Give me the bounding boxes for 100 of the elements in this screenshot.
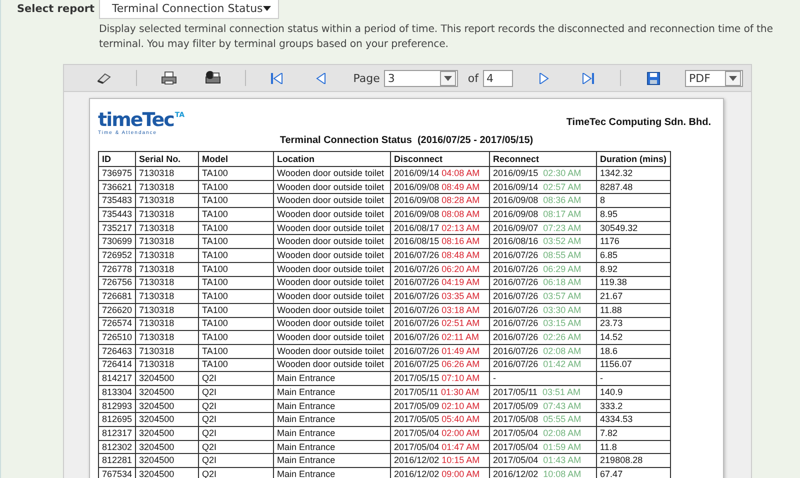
table-cell: 7130318 [136, 358, 199, 372]
table-cell: 735217 [98, 221, 136, 235]
reconnect-cell: 2016/07/26 02:08 AM [490, 344, 597, 358]
report-description: Display selected terminal connection status within a period of time. This report records the disconnected and reconnection time of the terminal. You may filter by terminal groups based on your preference. [99, 23, 774, 52]
table-cell: 7130318 [136, 221, 199, 235]
table-cell: Wooden door outside toilet [274, 180, 391, 194]
previous-page-icon [316, 72, 326, 84]
table-cell: 726681 [98, 290, 136, 304]
reconnect-cell: 2016/07/26 08:55 AM [490, 248, 597, 262]
table-cell: 812317 [98, 426, 136, 440]
reconnect-cell: 2016/07/26 06:18 AM [490, 276, 597, 290]
disconnect-cell: 2016/12/02 10:15 AM [390, 454, 490, 468]
table-cell: 7130318 [136, 166, 199, 180]
table-cell: 11.88 [596, 303, 670, 318]
print-settings-icon [204, 71, 221, 85]
disconnect-cell: 2016/07/26 01:49 AM [390, 344, 490, 358]
disconnect-cell: 2016/08/15 08:16 AM [390, 234, 490, 249]
table-cell: TA100 [198, 290, 274, 304]
column-header: Disconnect [390, 152, 490, 166]
disconnect-cell: 2016/07/26 02:11 AM [390, 330, 490, 344]
table-cell: Q2I [198, 412, 274, 427]
table-cell: TA100 [198, 234, 274, 249]
print-icon [160, 71, 177, 85]
table-cell: 7130318 [136, 248, 199, 262]
table-cell: Main Entrance [274, 372, 391, 386]
table-cell: TA100 [198, 276, 274, 290]
table-cell: Wooden door outside toilet [274, 290, 391, 304]
disconnect-cell: 2017/05/04 02:00 AM [390, 426, 490, 440]
table-cell: TA100 [198, 330, 274, 344]
format-select[interactable]: PDF [685, 70, 744, 86]
reconnect-cell: 2017/05/04 01:43 AM [490, 454, 597, 468]
disconnect-cell: 2016/08/17 02:13 AM [390, 221, 490, 235]
disconnect-cell: 2016/07/26 08:48 AM [390, 248, 490, 262]
table-cell: Q2I [198, 372, 274, 386]
page-select[interactable]: 3 [384, 70, 458, 86]
table-cell: 3204500 [136, 372, 199, 386]
table-cell: 7130318 [136, 208, 199, 222]
disconnect-cell: 2017/05/15 07:10 AM [390, 372, 490, 386]
table-cell: Wooden door outside toilet [274, 234, 391, 249]
table-cell: 812993 [98, 399, 136, 413]
table-cell: 726463 [98, 344, 136, 358]
table-cell: Wooden door outside toilet [274, 358, 391, 372]
table-cell: - [596, 372, 670, 386]
table-cell: 812695 [98, 412, 136, 427]
reconnect-cell: - [490, 372, 597, 386]
table-cell: 7130318 [136, 330, 199, 344]
reconnect-cell: 2016/07/26 01:42 AM [490, 358, 597, 372]
table-cell: TA100 [198, 358, 274, 372]
table-cell: 767534 [98, 468, 136, 478]
disconnect-cell: 2017/05/09 02:10 AM [390, 399, 490, 413]
table-cell: 1176 [596, 234, 670, 249]
table-cell: 119.38 [596, 276, 670, 290]
reconnect-cell: 2017/05/04 02:08 AM [490, 426, 597, 440]
report-title: Terminal Connection Status (2016/07/25 - 2017/05/15) [278, 135, 534, 147]
table-cell: 730699 [98, 234, 136, 249]
table-cell: 3204500 [136, 440, 199, 454]
table-cell: 7130318 [136, 276, 199, 290]
table-cell: Wooden door outside toilet [274, 208, 391, 222]
column-header: Duration (mins) [596, 152, 670, 166]
table-cell: 7130318 [136, 344, 199, 358]
table-cell: 14.52 [596, 330, 670, 344]
table-cell: TA100 [198, 180, 274, 194]
table-cell: 4334.53 [596, 412, 670, 427]
table-cell: 726952 [98, 248, 136, 262]
table-cell: Wooden door outside toilet [274, 194, 391, 208]
first-page-icon [271, 72, 284, 84]
column-header: Serial No. [136, 152, 199, 166]
table-cell: Wooden door outside toilet [274, 344, 391, 358]
table-cell: 726620 [98, 303, 136, 318]
table-cell: Main Entrance [274, 440, 391, 454]
table-cell: 3204500 [136, 412, 199, 427]
table-cell: Q2I [198, 399, 274, 413]
table-cell: 1156.07 [596, 358, 670, 372]
reconnect-cell: 2016/07/26 02:26 AM [490, 330, 597, 344]
table-cell: 7.82 [596, 426, 670, 440]
table-cell: 7130318 [136, 290, 199, 304]
table-cell: 812281 [98, 454, 136, 468]
disconnect-cell: 2016/07/25 06:26 AM [390, 358, 490, 372]
disconnect-cell: 2017/05/04 01:47 AM [390, 440, 490, 454]
table-cell: 333.2 [596, 399, 670, 413]
table-cell: 18.6 [596, 344, 670, 358]
disconnect-cell: 2017/05/05 05:40 AM [390, 412, 490, 427]
reconnect-cell: 2017/05/11 03:51 AM [490, 386, 597, 400]
table-cell: Wooden door outside toilet [274, 276, 391, 290]
table-cell: Main Entrance [274, 399, 391, 413]
table-cell: 8.92 [596, 262, 670, 276]
reconnect-cell: 2016/08/16 03:52 AM [490, 234, 597, 249]
table-cell: 8 [596, 194, 670, 208]
table-cell: 1342.32 [596, 166, 670, 180]
table-cell: Q2I [198, 440, 274, 454]
table-cell: 7130318 [136, 317, 199, 331]
disconnect-cell: 2016/07/26 06:20 AM [390, 262, 490, 276]
table-cell: TA100 [198, 344, 274, 358]
table-cell: 735483 [98, 194, 136, 208]
table-cell: 8287.48 [596, 180, 670, 194]
reconnect-cell: 2017/05/08 05:55 AM [490, 412, 597, 427]
company-name: TimeTec Computing Sdn. Bhd. [566, 117, 711, 128]
reconnect-cell: 2016/07/26 03:57 AM [490, 290, 597, 304]
reconnect-cell: 2016/09/07 07:23 AM [490, 221, 597, 235]
report-select[interactable]: Terminal Connection Status [99, 0, 279, 19]
